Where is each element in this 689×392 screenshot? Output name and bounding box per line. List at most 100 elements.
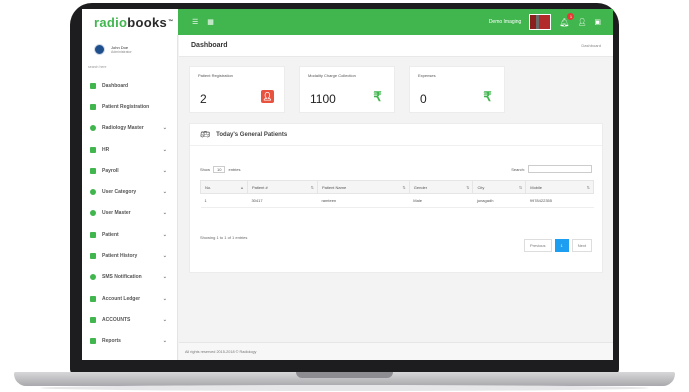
stat-card-modality-charge[interactable]: Modality Charge Collection 1100 ₹ <box>299 66 395 113</box>
sidebar-item-patient-history[interactable]: Patient History ⌄ <box>82 245 177 266</box>
chevron-down-icon: ⌄ <box>162 231 167 238</box>
main-content: Dashboard Dashboard Patient Registration… <box>179 35 613 360</box>
pagination: Previous 1 Next <box>523 239 592 252</box>
sidebar-item-user-category[interactable]: User Category ⌄ <box>82 181 177 202</box>
sort-icon: ⇅ <box>518 184 523 190</box>
top-bar: radio books ™ ☰ ▦ Demo Imaging 🔔︎ 1 👤︎ ▣ <box>82 9 613 35</box>
chevron-down-icon: ⌄ <box>162 189 167 196</box>
table-search-input[interactable] <box>528 165 592 173</box>
sort-icon: ⇅ <box>310 184 314 190</box>
history-icon <box>90 253 96 260</box>
stat-value: 0 <box>420 92 427 106</box>
chevron-down-icon: ⌄ <box>162 338 167 345</box>
stat-value: 1100 <box>310 92 336 106</box>
sidebar-item-dashboard[interactable]: Dashboard <box>82 75 177 96</box>
col-header-patient-name[interactable]: Patient Name ⇅ <box>316 180 410 194</box>
user-icon: 👤︎ <box>261 90 274 103</box>
dashboard-icon <box>90 82 96 89</box>
people-icon <box>90 146 96 153</box>
sidebar-item-patient[interactable]: Patient ⌄ <box>82 224 177 245</box>
payroll-icon <box>90 167 96 174</box>
sidebar-item-sms-notification[interactable]: SMS Notification ⌄ <box>82 267 177 288</box>
patient-icon <box>90 231 96 238</box>
table-controls: Show 10 entries Search: <box>190 164 602 174</box>
next-button[interactable]: Next <box>571 239 592 252</box>
stats-row: Patient Registration 2 👤︎ Modality Charg… <box>189 66 505 113</box>
stat-card-expenses[interactable]: Expenses 0 ₹ <box>409 66 505 113</box>
breadcrumb[interactable]: Dashboard <box>581 43 601 48</box>
sort-icon: ⇅ <box>402 184 406 190</box>
brand-part-1: radio <box>94 14 128 30</box>
panel-title: Today's General Patients <box>216 131 288 138</box>
entries-select[interactable]: 10 <box>213 165 226 173</box>
footer: All rights reserved 2015-2018 © Radiolog… <box>179 342 613 360</box>
entries-label: entries <box>228 166 241 172</box>
sidebar-search[interactable]: search here <box>88 65 177 75</box>
search-label: Search: <box>511 166 525 172</box>
app-screen: radio books ™ ☰ ▦ Demo Imaging 🔔︎ 1 👤︎ ▣ Jo… <box>82 9 613 360</box>
brand-tm: ™ <box>168 19 174 25</box>
stat-label: Patient Registration <box>198 73 233 78</box>
col-header-gender[interactable]: Gender ⇅ <box>408 180 474 194</box>
chevron-down-icon: ⌄ <box>162 295 167 302</box>
settings-icon[interactable]: ▣ <box>594 19 601 26</box>
sms-icon <box>90 274 96 281</box>
avatar[interactable] <box>94 44 105 55</box>
col-header-patient-no[interactable]: Patient # ⇅ <box>246 180 318 194</box>
page-header: Dashboard Dashboard <box>179 35 613 57</box>
chevron-down-icon: ⌄ <box>162 167 167 174</box>
sidebar-item-payroll[interactable]: Payroll ⌄ <box>82 160 177 181</box>
col-header-city[interactable]: City ⇅ <box>472 180 527 194</box>
sidebar: John Doe Administrator search here Dashb… <box>82 35 178 360</box>
sidebar-item-reports[interactable]: Reports ⌄ <box>82 331 177 352</box>
rupee-icon: ₹ <box>483 88 492 104</box>
stat-card-patient-registration[interactable]: Patient Registration 2 👤︎ <box>189 66 285 113</box>
table-info: Showing 1 to 1 of 1 entries <box>200 235 248 240</box>
sidebar-item-radiology-master[interactable]: Radiology Master ⌄ <box>82 118 177 139</box>
grid-icon[interactable]: ▦ <box>207 19 214 26</box>
chevron-down-icon: ⌄ <box>162 210 167 217</box>
bell-icon[interactable]: 🔔︎ 1 <box>559 12 575 27</box>
col-header-no[interactable]: No. ▲ <box>200 180 248 194</box>
radiology-icon <box>90 125 96 132</box>
bus-icon: 🚌︎ <box>200 130 211 139</box>
chevron-down-icon: ⌄ <box>162 253 167 260</box>
stat-label: Expenses <box>418 73 436 78</box>
chevron-down-icon: ⌄ <box>162 274 167 281</box>
rupee-icon: ₹ <box>373 88 382 104</box>
prev-button[interactable]: Previous <box>523 239 552 252</box>
stat-label: Modality Charge Collection <box>308 73 356 78</box>
sidebar-item-user-master[interactable]: User Master ⌄ <box>82 203 177 224</box>
chevron-down-icon: ⌄ <box>162 146 167 153</box>
menu-toggle-icon[interactable]: ☰ <box>192 19 198 26</box>
accounts-icon <box>90 316 96 323</box>
show-label: Show <box>200 166 211 172</box>
laptop-shadow <box>40 385 649 391</box>
chevron-down-icon: ⌄ <box>162 125 167 132</box>
table-row[interactable]: 1 30417 ramteen Male junagadh 9978422355 <box>200 193 594 208</box>
reports-icon <box>90 338 96 345</box>
notification-badge: 1 <box>567 12 575 20</box>
profile-role: Administrator <box>111 50 132 55</box>
sidebar-item-hr[interactable]: HR ⌄ <box>82 139 177 160</box>
chevron-down-icon: ⌄ <box>162 316 167 323</box>
user-label: Demo Imaging <box>488 19 522 25</box>
col-header-mobile[interactable]: Mobile ⇅ <box>525 180 594 194</box>
sidebar-menu: Dashboard Patient Registration Radiology… <box>82 75 177 352</box>
sort-icon: ⇅ <box>586 184 590 190</box>
sort-icon: ▲ <box>239 184 244 190</box>
patients-table: No. ▲ Patient # ⇅ Patient Name ⇅ Gender ⇅ Ci… <box>200 180 594 208</box>
page-button-1[interactable]: 1 <box>554 239 569 252</box>
user-menu-icon[interactable]: 👤︎ <box>577 19 586 26</box>
sidebar-item-account-ledger[interactable]: Account Ledger ⌄ <box>82 288 177 309</box>
sidebar-item-accounts[interactable]: ACCOUNTS ⌄ <box>82 309 177 330</box>
general-patients-panel: 🚌︎ Today's General Patients Show 10 entr… <box>189 123 603 273</box>
user-photo[interactable] <box>529 14 552 30</box>
bed-icon <box>90 103 96 110</box>
user-master-icon <box>90 210 96 217</box>
brand-part-2: books <box>127 14 168 30</box>
brand-logo[interactable]: radio books ™ <box>82 9 178 35</box>
sidebar-item-patient-registration[interactable]: Patient Registration <box>82 96 177 117</box>
stat-value: 2 <box>200 92 207 106</box>
laptop-notch <box>296 372 393 378</box>
